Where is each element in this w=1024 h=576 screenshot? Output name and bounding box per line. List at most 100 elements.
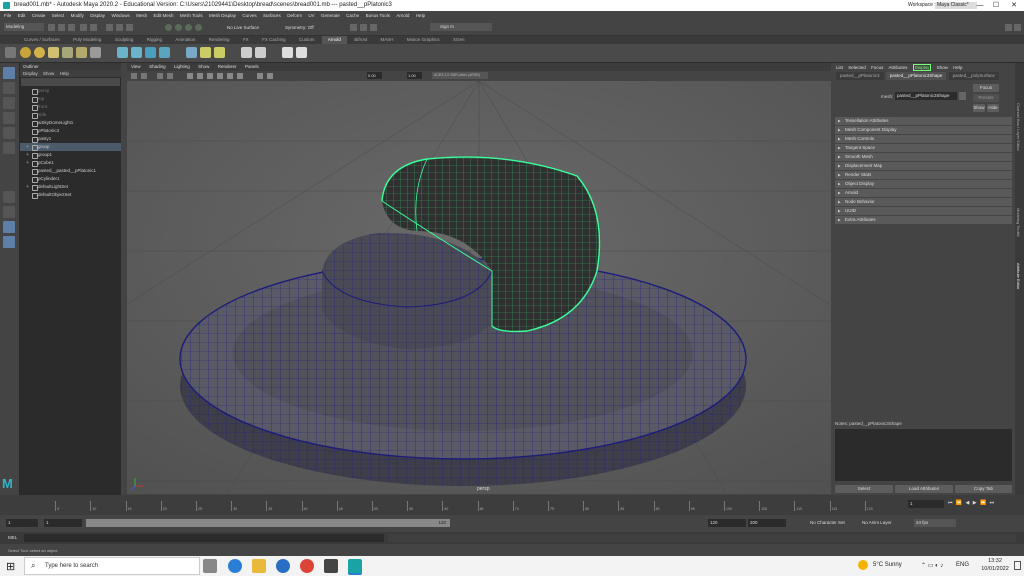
attr-section-header[interactable]: Tessellation Attributes	[835, 117, 1012, 125]
windows-start-icon[interactable]: ⊞	[6, 560, 15, 573]
mel-label[interactable]: MEL	[8, 534, 17, 542]
modeling-toolkit-tab[interactable]: Modeling Toolkit	[1016, 208, 1021, 237]
menu-mesh-display[interactable]: Mesh Display	[209, 13, 236, 18]
skydome-light-icon[interactable]	[34, 47, 45, 58]
hide-button[interactable]: Hide	[987, 104, 999, 112]
snap-point-icon[interactable]	[185, 24, 192, 31]
close-button[interactable]: ✕	[1006, 0, 1022, 11]
settings-icon[interactable]	[324, 559, 338, 573]
select-object-icon[interactable]	[116, 24, 123, 31]
snap-grid-icon[interactable]	[165, 24, 172, 31]
flush-caches-icon[interactable]	[200, 47, 211, 58]
tray-icons[interactable]: ⌃ ▭ ◐ ♪	[921, 562, 943, 569]
outliner-menu-show[interactable]: Show	[43, 71, 54, 76]
viewport-persp[interactable]: persp	[0, 80, 1024, 495]
viewport-menu-panels[interactable]: Panels	[245, 64, 259, 69]
shelf-tab[interactable]: Sculpting	[109, 36, 140, 44]
lasso-tool-icon[interactable]	[3, 82, 15, 94]
single-view-icon[interactable]	[3, 191, 15, 203]
scale-tool-icon[interactable]	[3, 142, 15, 154]
attr-section-header[interactable]: Node Behavior	[835, 198, 1012, 206]
minimize-button[interactable]: —	[972, 0, 988, 11]
isolate-select-icon[interactable]	[257, 73, 263, 79]
toggle-channel-box-icon[interactable]	[1014, 24, 1021, 31]
atmosphere-icon[interactable]	[131, 47, 142, 58]
weather-text[interactable]: 5°C Sunny	[873, 562, 902, 568]
time-slider[interactable]: 5 10 15 20 25 30 35 40 45 50 55 60 65 70 75 80 85 90 95 100…	[0, 495, 1024, 515]
ipr-render-icon[interactable]	[360, 24, 367, 31]
channel-box-tab[interactable]: Channel Box / Layer Editor	[1016, 103, 1021, 151]
menu-display[interactable]: Display	[90, 13, 105, 18]
menu-edit-mesh[interactable]: Edit Mesh	[154, 13, 174, 18]
attr-menu-list[interactable]: List	[836, 65, 843, 70]
select-tool-icon[interactable]	[3, 67, 15, 79]
character-set-select[interactable]: No Character Set	[810, 519, 845, 527]
shelf-tab[interactable]: Poly Modeling	[67, 36, 107, 44]
current-frame-field[interactable]: 1	[908, 500, 944, 508]
bookmark-icon[interactable]	[141, 73, 147, 79]
clock-time[interactable]: 13:32	[980, 558, 1010, 564]
outliner-search-input[interactable]	[21, 78, 120, 86]
attr-section-header[interactable]: Extra Attributes	[835, 216, 1012, 224]
expand-icon[interactable]: +	[26, 151, 29, 159]
viewport-menu-view[interactable]: View	[131, 64, 141, 69]
menu-arnold[interactable]: Arnold	[396, 13, 409, 18]
export-ass-icon[interactable]	[241, 47, 252, 58]
light-portal-icon[interactable]	[90, 47, 101, 58]
maximize-button[interactable]: ☐	[988, 0, 1004, 11]
grid-icon[interactable]	[157, 73, 163, 79]
attr-section-header[interactable]: Displacement Map	[835, 162, 1012, 170]
gamma-field[interactable]: 1.00	[407, 72, 422, 79]
attr-tab[interactable]: pasted__pPlatonic3	[836, 72, 884, 80]
word-icon[interactable]	[276, 559, 290, 573]
menu-curves[interactable]: Curves	[242, 13, 256, 18]
shelf-tab[interactable]: Animation	[169, 36, 201, 44]
chrome-icon[interactable]	[300, 559, 314, 573]
menu-windows[interactable]: Windows	[111, 13, 129, 18]
attr-section-header[interactable]: Mesh Component Display	[835, 126, 1012, 134]
shelf-tab[interactable]: MASH	[374, 36, 399, 44]
four-view-icon[interactable]	[3, 206, 15, 218]
attr-menu-show[interactable]: Show	[937, 65, 948, 70]
menu-uv[interactable]: UV	[308, 13, 314, 18]
attr-section-header[interactable]: Render Stats	[835, 171, 1012, 179]
shelf-settings-icon[interactable]	[5, 47, 16, 58]
mesh-name-field[interactable]: pasted__pPlatonic3Shape	[895, 92, 957, 100]
anim-layer-select[interactable]: No Anim Layer	[862, 519, 892, 527]
attr-menu-selected[interactable]: Selected	[848, 65, 866, 70]
textured-icon[interactable]	[217, 73, 223, 79]
presets-button[interactable]: Presets	[973, 94, 999, 102]
viewport-menu-renderer[interactable]: Renderer	[218, 64, 237, 69]
render-settings-icon[interactable]	[370, 24, 377, 31]
attr-menu-display[interactable]: Display	[912, 64, 932, 71]
photometric-light-icon[interactable]	[76, 47, 87, 58]
workspace-select[interactable]: Maya Classic*	[935, 2, 977, 9]
notes-textarea[interactable]	[835, 429, 1012, 481]
maya-taskbar-icon[interactable]	[348, 559, 362, 575]
colorspace-select[interactable]: ACES 1.0 SDR-video (sRGB)	[432, 72, 488, 79]
menu-mesh-tools[interactable]: Mesh Tools	[180, 13, 203, 18]
viewport-menu-lighting[interactable]: Lighting	[174, 64, 190, 69]
camera-icon[interactable]	[131, 73, 137, 79]
attr-menu-help[interactable]: Help	[953, 65, 962, 70]
import-ass-icon[interactable]	[255, 47, 266, 58]
open-icon[interactable]	[58, 24, 65, 31]
menu-deform[interactable]: Deform	[287, 13, 302, 18]
shelf-tab-active[interactable]: Arnold	[321, 36, 347, 44]
notification-icon[interactable]	[1014, 561, 1021, 570]
snap-surface-icon[interactable]	[195, 24, 202, 31]
shelf-tab[interactable]: XGen	[447, 36, 471, 44]
outliner-item[interactable]: front	[20, 103, 121, 111]
paint-select-icon[interactable]	[3, 97, 15, 109]
language-indicator[interactable]: ENG	[956, 562, 969, 568]
end-inner-field[interactable]: 120	[708, 519, 746, 527]
render-view-icon[interactable]	[20, 47, 31, 58]
menu-generate[interactable]: Generate	[321, 13, 340, 18]
outliner-menu-display[interactable]: Display	[23, 71, 38, 76]
undo-icon[interactable]	[80, 24, 87, 31]
menu-modify[interactable]: Modify	[71, 13, 84, 18]
menu-surfaces[interactable]: Surfaces	[263, 13, 281, 18]
outliner-item[interactable]: pasted__pasted__pPlatonic1	[20, 167, 121, 175]
viewport-menu-show[interactable]: Show	[198, 64, 209, 69]
attr-section-header[interactable]: Object Display	[835, 180, 1012, 188]
